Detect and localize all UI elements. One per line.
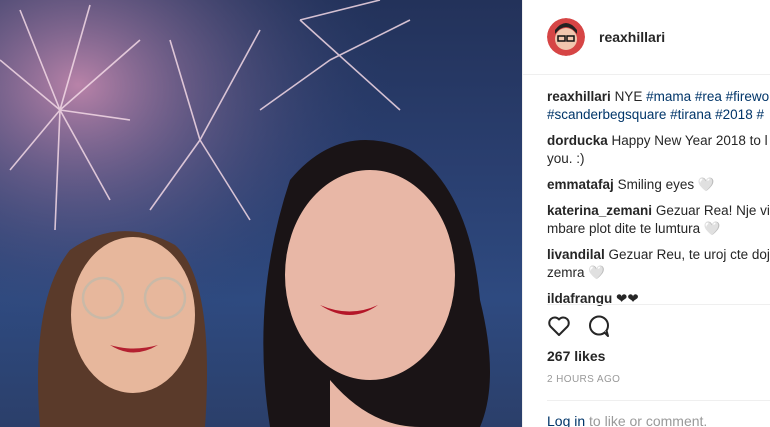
post-photo[interactable] — [0, 0, 522, 427]
hashtag[interactable]: #firewo — [726, 89, 770, 104]
hashtag[interactable]: #mama — [646, 89, 691, 104]
comment: livandilal Gezuar Reu, te uroj cte doj z… — [547, 246, 770, 282]
post-username[interactable]: reaxhillari — [599, 29, 665, 45]
fireworks-selfie-image — [0, 0, 522, 427]
login-prompt-text: to like or comment. — [589, 413, 708, 427]
comment-text: Smiling eyes 🤍 — [617, 177, 715, 192]
comment: katerina_zemani Gezuar Rea! Nje vit mbar… — [547, 202, 770, 238]
caption-username[interactable]: reaxhillari — [547, 89, 611, 104]
comment: emmatafaj Smiling eyes 🤍 — [547, 176, 770, 194]
likes-count[interactable]: 267 likes — [547, 348, 605, 364]
divider — [547, 400, 770, 401]
comment: ildafrangu ❤❤ — [547, 290, 770, 308]
avatar-image — [547, 18, 585, 56]
comment-username[interactable]: emmatafaj — [547, 177, 614, 192]
caption: reaxhillari NYE #mama #rea #firewo #scan… — [547, 88, 770, 124]
hashtag[interactable]: #2018 — [715, 107, 753, 122]
login-link[interactable]: Log in — [547, 413, 585, 427]
instagram-post: reaxhillari reaxhillari NYE #mama #rea #… — [0, 0, 770, 427]
comment: dorducka Happy New Year 2018 to l you. :… — [547, 132, 770, 168]
hashtag[interactable]: #scanderbegsquare — [547, 107, 666, 122]
comment-username[interactable]: dorducka — [547, 133, 608, 148]
post-timestamp[interactable]: 2 HOURS AGO — [547, 374, 620, 385]
divider — [547, 304, 770, 305]
comment-bubble-icon[interactable] — [587, 314, 611, 343]
hashtag[interactable]: #tirana — [670, 107, 711, 122]
avatar[interactable] — [547, 18, 585, 56]
heart-outline-icon[interactable] — [547, 314, 571, 343]
hashtag[interactable]: # — [756, 107, 764, 122]
hashtag[interactable]: #rea — [695, 89, 722, 104]
comment-username[interactable]: katerina_zemani — [547, 203, 652, 218]
caption-text: NYE — [614, 89, 643, 104]
comments-list: reaxhillari NYE #mama #rea #firewo #scan… — [523, 75, 770, 308]
login-prompt: Log in to like or comment. — [547, 413, 707, 427]
comment-username[interactable]: livandilal — [547, 247, 605, 262]
post-sidebar: reaxhillari reaxhillari NYE #mama #rea #… — [522, 0, 770, 427]
post-actions — [547, 314, 611, 343]
post-header: reaxhillari — [523, 0, 770, 75]
